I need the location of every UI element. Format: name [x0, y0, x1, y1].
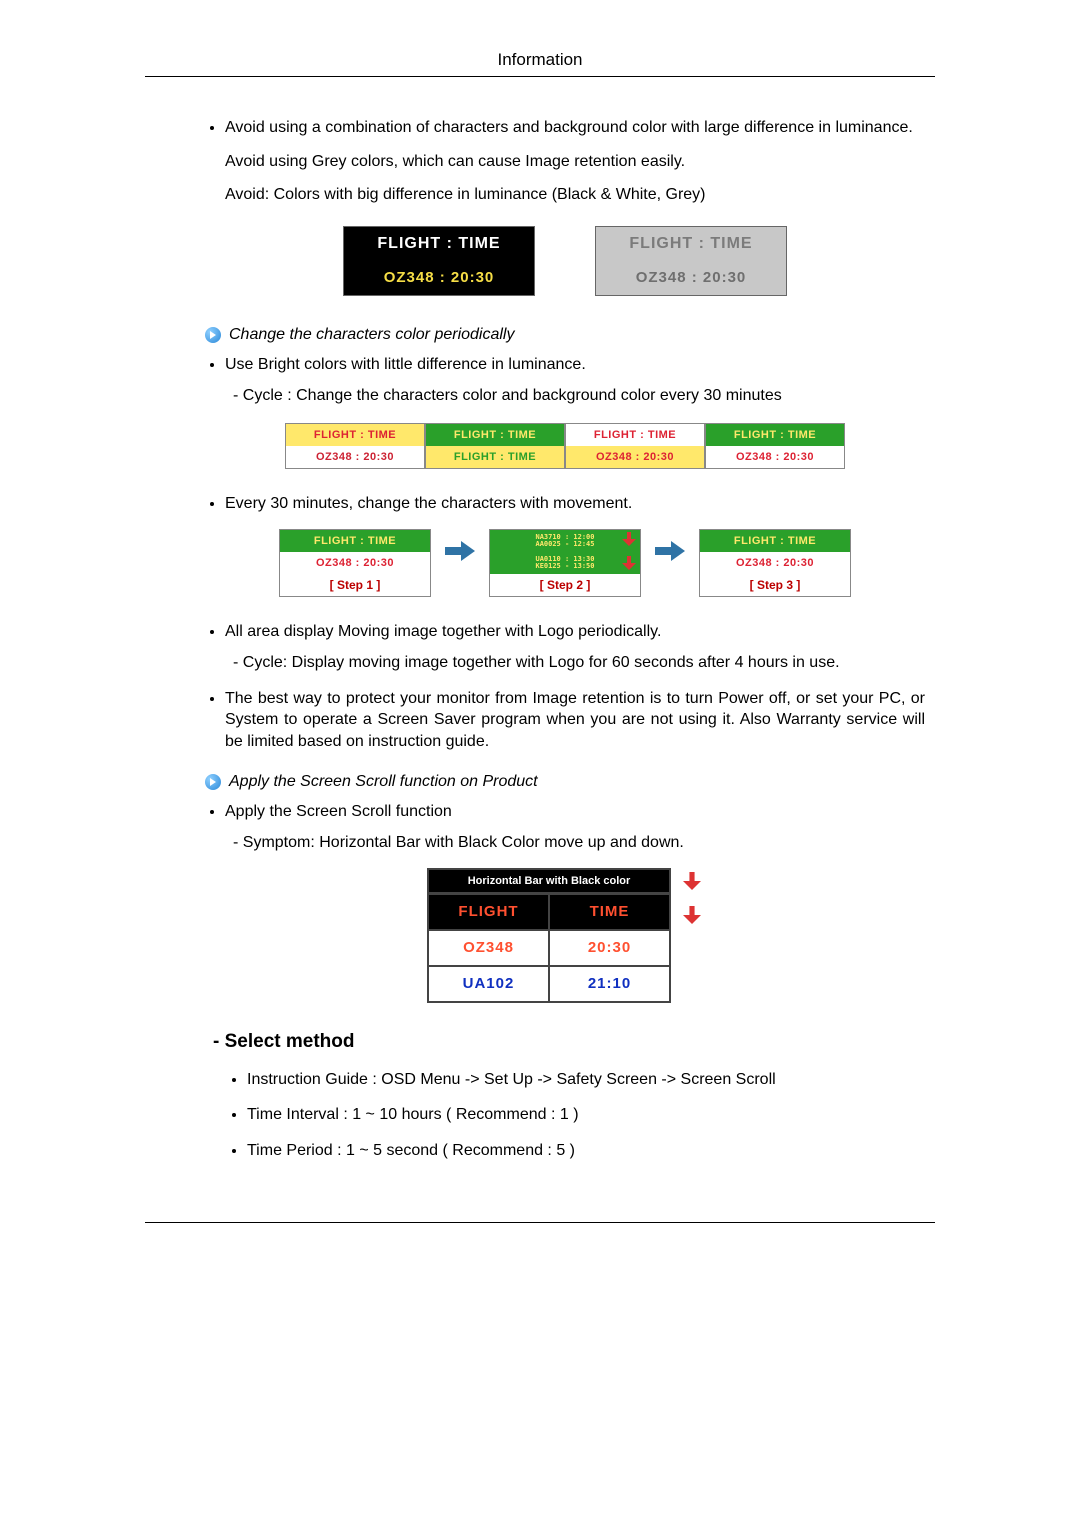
- panel-row: FLIGHT : TIME: [566, 424, 704, 446]
- scroll-cell: TIME: [548, 895, 669, 929]
- panel-row: OZ348 : 20:30: [280, 552, 430, 574]
- panel-row: FLIGHT : TIME: [706, 424, 844, 446]
- divider-top: [145, 76, 935, 77]
- scroll-cell: OZ348: [429, 931, 548, 965]
- panel-row: FLIGHT : TIME: [426, 446, 564, 468]
- list-item: Instruction Guide : OSD Menu -> Set Up -…: [247, 1069, 925, 1091]
- bullet-text: All area display Moving image together w…: [225, 623, 661, 640]
- panel-row: OZ348 : 20:30: [344, 261, 534, 295]
- step-caption: [ Step 2 ]: [490, 574, 640, 596]
- bullet-item: The best way to protect your monitor fro…: [225, 688, 925, 753]
- color-panel: FLIGHT : TIME FLIGHT : TIME: [425, 423, 565, 469]
- step-caption: [ Step 3 ]: [700, 574, 850, 596]
- step-caption: [ Step 1 ]: [280, 574, 430, 596]
- panel-line: AA0025 - 12:45: [535, 541, 594, 548]
- arrow-down-icon: [683, 906, 701, 924]
- bullet-sub: - Symptom: Horizontal Bar with Black Col…: [233, 832, 925, 854]
- panel-row: UA0110 : 13:30 KE0125 - 13:50: [490, 552, 640, 574]
- bullet-sub: Avoid using Grey colors, which can cause…: [225, 151, 925, 173]
- panel-row: FLIGHT : TIME: [344, 227, 534, 261]
- panel-dark: FLIGHT : TIME OZ348 : 20:30: [343, 226, 535, 296]
- bullet-item: All area display Moving image together w…: [225, 621, 925, 674]
- figure-contrast-panels: FLIGHT : TIME OZ348 : 20:30 FLIGHT : TIM…: [205, 226, 925, 296]
- panel-row: FLIGHT : TIME: [700, 530, 850, 552]
- arrow-down-icon: [683, 872, 701, 890]
- scroll-cell: FLIGHT: [429, 895, 548, 929]
- panel-row: FLIGHT : TIME: [286, 424, 424, 446]
- panel-row: FLIGHT : TIME: [280, 530, 430, 552]
- arrow-right-icon: [205, 327, 221, 343]
- list-item: Time Period : 1 ~ 5 second ( Recommend :…: [247, 1140, 925, 1162]
- figure-steps: FLIGHT : TIME OZ348 : 20:30 [ Step 1 ] N…: [205, 529, 925, 597]
- figure-scroll-table: Horizontal Bar with Black color FLIGHT T…: [205, 868, 925, 1003]
- bullet-item: Avoid using a combination of characters …: [225, 117, 925, 206]
- subhead-apply-scroll: Apply the Screen Scroll function on Prod…: [205, 773, 925, 791]
- panel-row: NA3710 : 12:00 AA0025 - 12:45: [490, 530, 640, 552]
- bullet-sub: - Cycle : Change the characters color an…: [233, 385, 925, 407]
- panel-row: OZ348 : 20:30: [700, 552, 850, 574]
- panel-line: KE0125 - 13:50: [535, 563, 594, 570]
- bullet-text: Every 30 minutes, change the characters …: [225, 495, 632, 512]
- scroll-cell: 21:10: [548, 967, 669, 1001]
- color-panel: FLIGHT : TIME OZ348 : 20:30: [705, 423, 845, 469]
- scroll-cell: 20:30: [548, 931, 669, 965]
- panel-row: OZ348 : 20:30: [596, 261, 786, 295]
- bullet-item: Every 30 minutes, change the characters …: [225, 493, 925, 515]
- bullet-text: Avoid using a combination of characters …: [225, 119, 913, 136]
- scroll-down-arrows: [683, 868, 703, 924]
- list-item: Time Interval : 1 ~ 10 hours ( Recommend…: [247, 1104, 925, 1126]
- bullet-sub: Avoid: Colors with big difference in lum…: [225, 184, 925, 206]
- step-panel-3: FLIGHT : TIME OZ348 : 20:30 [ Step 3 ]: [699, 529, 851, 597]
- bullet-sub: - Cycle: Display moving image together w…: [233, 652, 925, 674]
- arrow-down-icon: [622, 532, 636, 546]
- step-panel-1: FLIGHT : TIME OZ348 : 20:30 [ Step 1 ]: [279, 529, 431, 597]
- step-panel-2: NA3710 : 12:00 AA0025 - 12:45 UA0110 : 1…: [489, 529, 641, 597]
- subhead-text: Change the characters color periodically: [229, 326, 514, 344]
- bullet-text: The best way to protect your monitor fro…: [225, 690, 925, 750]
- figure-color-cycle: FLIGHT : TIME OZ348 : 20:30 FLIGHT : TIM…: [205, 423, 925, 469]
- bullet-text: Use Bright colors with little difference…: [225, 356, 586, 373]
- subhead-change-colors: Change the characters color periodically: [205, 326, 925, 344]
- arrow-right-icon: [205, 774, 221, 790]
- bullet-text: Apply the Screen Scroll function: [225, 803, 452, 820]
- arrow-right-icon: [443, 529, 477, 573]
- panel-row: OZ348 : 20:30: [286, 446, 424, 468]
- scroll-cell: UA102: [429, 967, 548, 1001]
- page-title: Information: [145, 50, 935, 70]
- panel-row: OZ348 : 20:30: [566, 446, 704, 468]
- scroll-table-title: Horizontal Bar with Black color: [429, 870, 669, 893]
- divider-bottom: [145, 1222, 935, 1223]
- color-panel: FLIGHT : TIME OZ348 : 20:30: [565, 423, 705, 469]
- panel-row: FLIGHT : TIME: [426, 424, 564, 446]
- panel-grey: FLIGHT : TIME OZ348 : 20:30: [595, 226, 787, 296]
- color-panel: FLIGHT : TIME OZ348 : 20:30: [285, 423, 425, 469]
- scroll-table: Horizontal Bar with Black color FLIGHT T…: [427, 868, 671, 1003]
- select-method-heading: - Select method: [213, 1031, 925, 1053]
- subhead-text: Apply the Screen Scroll function on Prod…: [229, 773, 538, 791]
- panel-row: FLIGHT : TIME: [596, 227, 786, 261]
- arrow-down-icon: [622, 556, 636, 575]
- bullet-item: Apply the Screen Scroll function - Sympt…: [225, 801, 925, 854]
- bullet-item: Use Bright colors with little difference…: [225, 354, 925, 407]
- panel-row: OZ348 : 20:30: [706, 446, 844, 468]
- arrow-right-icon: [653, 529, 687, 573]
